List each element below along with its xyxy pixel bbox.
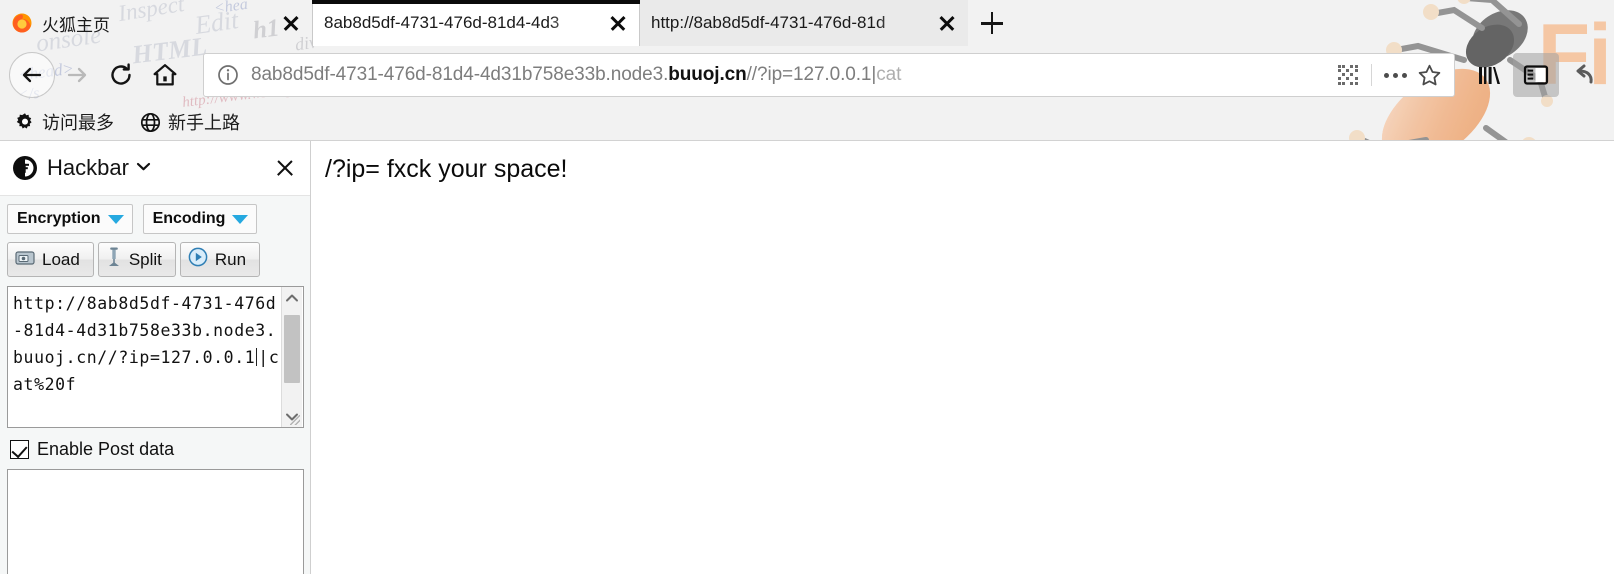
enable-post-data-checkbox[interactable] xyxy=(10,440,29,459)
url-textarea-value: http://8ab8d5df-4731-476d-81d4-4d31b758e… xyxy=(13,294,277,367)
enable-post-data-row[interactable]: Enable Post data xyxy=(10,439,303,460)
tab-label: 8ab8d5df-4731-476d-81d4-4d3 xyxy=(324,13,560,32)
back-curve-icon xyxy=(1576,64,1593,84)
sidebar-title: Hackbar xyxy=(47,155,129,180)
reload-icon xyxy=(111,63,131,85)
close-icon[interactable] xyxy=(270,153,300,183)
run-button[interactable]: Run xyxy=(179,242,261,277)
url-textarea[interactable]: http://8ab8d5df-4731-476d-81d4-4d31b758e… xyxy=(7,286,304,428)
navigation-toolbar: 8ab8d5df-4731-476d-81d4-4d31b758e33b.nod… xyxy=(0,46,1614,104)
url-tail: cat xyxy=(876,64,902,85)
ellipsis-icon[interactable] xyxy=(1378,58,1412,92)
tab-http-uuid[interactable]: http://8ab8d5df-4731-476d-81d xyxy=(640,0,968,46)
globe-icon xyxy=(140,112,161,133)
tab-label: 火狐主页 xyxy=(42,15,110,35)
post-data-textarea[interactable] xyxy=(7,469,304,574)
page-content: /?ip= fxck your space! xyxy=(312,141,1614,574)
triangle-down-icon xyxy=(107,214,124,224)
back-button[interactable] xyxy=(9,52,55,98)
page-body-text: /?ip= fxck your space! xyxy=(325,155,568,183)
library-button[interactable] xyxy=(1467,53,1513,97)
chevron-up-icon[interactable] xyxy=(282,287,302,308)
chevron-down-icon[interactable] xyxy=(136,159,151,177)
bookmark-most-visited[interactable]: 访问最多 xyxy=(12,107,117,137)
tab-strip: 火狐主页 8ab8d5df-4731-476d-81d4-4d3 http://… xyxy=(0,0,1614,46)
triangle-down-icon xyxy=(232,214,249,224)
load-button[interactable]: Load xyxy=(7,242,94,277)
home-icon xyxy=(153,64,177,86)
encoding-dropdown[interactable]: Encoding xyxy=(142,204,258,234)
sidebar-header: Hackbar xyxy=(0,141,310,196)
sync-back-button[interactable] xyxy=(1559,53,1605,97)
run-label: Run xyxy=(214,249,247,269)
library-icon xyxy=(1479,67,1500,84)
tab-firefox-home[interactable]: 火狐主页 xyxy=(0,0,312,46)
url-textarea-wrapper: http://8ab8d5df-4731-476d-81d4-4d31b758e… xyxy=(7,286,304,428)
url-text[interactable]: 8ab8d5df-4731-476d-81d4-4d31b758e33b.nod… xyxy=(251,64,1331,86)
sidebar-toggle-icon xyxy=(1523,65,1549,85)
back-arrow-icon xyxy=(22,67,42,83)
url-divider xyxy=(1371,64,1372,86)
browser-window: Inspect Edit h1 onsole div HTML CSS <hea… xyxy=(0,0,1614,574)
tab-close-button[interactable] xyxy=(932,8,962,38)
new-tab-button[interactable] xyxy=(968,0,1016,46)
run-play-icon xyxy=(188,247,208,272)
load-label: Load xyxy=(42,249,80,269)
encryption-dropdown[interactable]: Encryption xyxy=(7,204,133,234)
action-button-row: Load Split Run xyxy=(7,242,303,277)
firefox-icon xyxy=(11,12,33,34)
url-domain: buuoj.cn xyxy=(668,64,747,85)
bookmarks-toolbar: 访问最多 新手上路 xyxy=(0,104,1614,141)
home-button[interactable] xyxy=(143,53,187,97)
bookmark-label: 访问最多 xyxy=(42,113,114,133)
textarea-resize-grip[interactable] xyxy=(290,415,300,425)
load-icon xyxy=(15,249,35,271)
url-path: //?ip=127.0.0.1| xyxy=(746,64,877,85)
sidebar-toggle-button[interactable] xyxy=(1513,53,1559,97)
forward-button[interactable] xyxy=(55,53,99,97)
split-button[interactable]: Split xyxy=(97,242,176,277)
tab-close-button[interactable] xyxy=(276,8,306,38)
tab-active-uuid[interactable]: 8ab8d5df-4731-476d-81d4-4d3 xyxy=(312,0,640,46)
url-bar[interactable]: 8ab8d5df-4731-476d-81d4-4d31b758e33b.nod… xyxy=(203,53,1455,97)
bookmark-getting-started[interactable]: 新手上路 xyxy=(137,107,243,137)
bookmark-label: 新手上路 xyxy=(168,113,240,133)
hackbar-sidebar: Hackbar Encryption Encoding Load Split R… xyxy=(0,141,311,574)
hackbar-logo-icon xyxy=(12,155,38,181)
split-icon xyxy=(106,247,122,272)
qr-code-icon[interactable] xyxy=(1331,58,1365,92)
toolbar-right-buttons xyxy=(1467,53,1605,97)
gear-icon xyxy=(15,112,35,132)
encoding-label: Encoding xyxy=(152,210,226,227)
tab-close-button[interactable] xyxy=(603,8,633,38)
url-textarea-scrollbar[interactable] xyxy=(281,287,302,427)
reload-button[interactable] xyxy=(99,53,143,97)
encryption-label: Encryption xyxy=(17,210,101,227)
sidebar-body: Encryption Encoding Load Split Run http:… xyxy=(0,196,310,574)
star-icon[interactable] xyxy=(1412,58,1446,92)
tab-label: http://8ab8d5df-4731-476d-81d xyxy=(651,13,886,32)
page-info-icon[interactable] xyxy=(216,63,240,87)
enable-post-data-label: Enable Post data xyxy=(37,439,175,459)
scrollbar-thumb[interactable] xyxy=(284,315,300,383)
split-label: Split xyxy=(128,249,162,269)
forward-arrow-icon xyxy=(67,67,87,83)
url-prefix: 8ab8d5df-4731-476d-81d4-4d31b758e33b.nod… xyxy=(251,64,669,85)
dropdown-row: Encryption Encoding xyxy=(7,204,303,234)
